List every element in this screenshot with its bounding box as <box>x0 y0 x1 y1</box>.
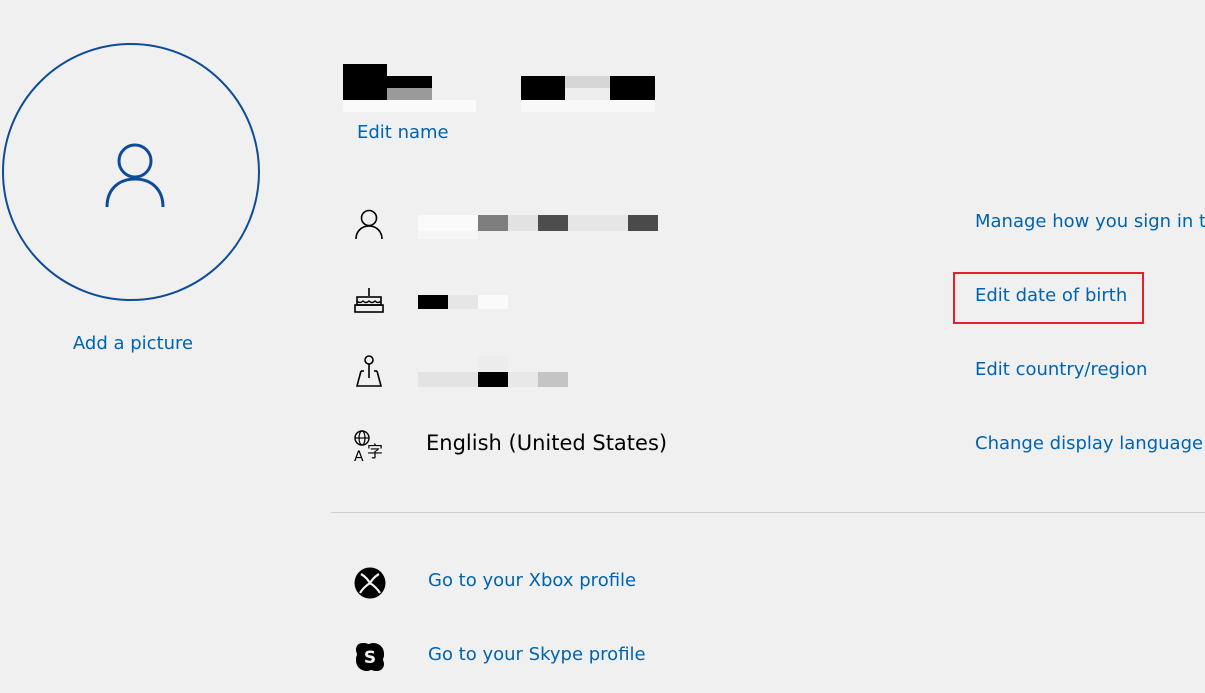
manage-sign-in-link[interactable]: Manage how you sign in to <box>975 211 1205 232</box>
display-language-value: English (United States) <box>426 431 668 455</box>
person-icon <box>352 207 386 241</box>
redacted-name <box>343 64 655 112</box>
cake-icon <box>352 286 386 316</box>
language-icon: A 字 <box>352 428 388 464</box>
section-divider <box>331 512 1205 513</box>
xbox-icon <box>354 567 386 603</box>
change-display-language-link[interactable]: Change display language <box>975 433 1203 454</box>
xbox-profile-link[interactable]: Go to your Xbox profile <box>428 570 636 591</box>
svg-text:字: 字 <box>367 442 383 461</box>
redacted-birth-date <box>418 295 508 309</box>
redacted-account <box>418 215 658 239</box>
profile-picture-circle[interactable] <box>2 43 260 301</box>
person-icon <box>105 143 165 208</box>
svg-text:A: A <box>354 449 364 464</box>
map-pin-icon <box>352 354 386 388</box>
edit-country-region-link[interactable]: Edit country/region <box>975 359 1147 380</box>
svg-text:S: S <box>364 648 376 668</box>
highlight-box <box>953 272 1144 324</box>
edit-name-link[interactable]: Edit name <box>357 122 449 143</box>
skype-icon: S <box>354 641 386 677</box>
skype-profile-link[interactable]: Go to your Skype profile <box>428 644 646 665</box>
add-picture-link[interactable]: Add a picture <box>0 333 266 354</box>
redacted-country <box>418 356 568 388</box>
